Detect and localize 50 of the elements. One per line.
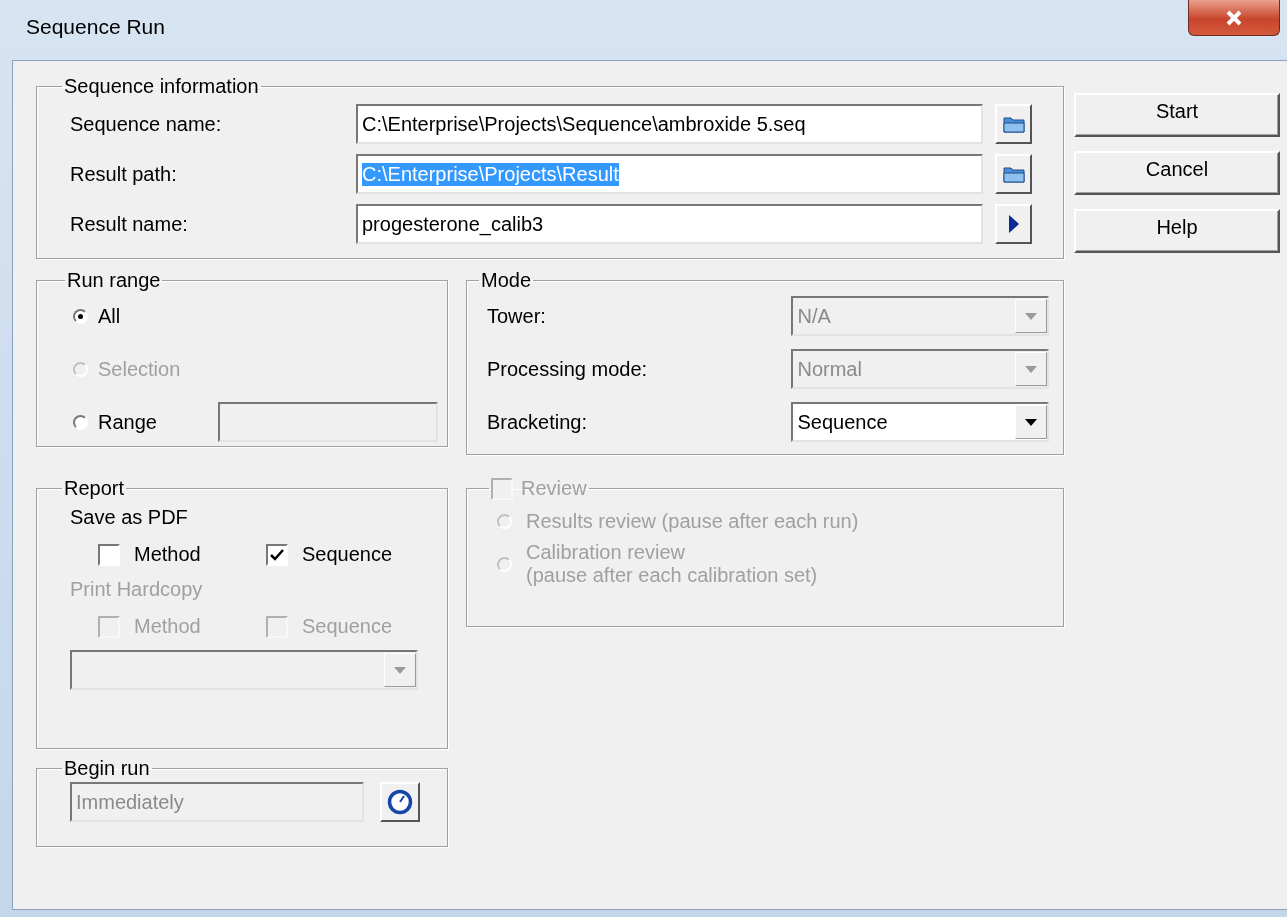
clock-icon [387, 789, 413, 815]
folder-icon [1002, 165, 1025, 183]
dialog-button[interactable]: Start [1074, 93, 1280, 137]
close-icon [1225, 9, 1243, 26]
dropdown-arrow-icon [1025, 365, 1037, 373]
option-label: Results review (pause after each run) [526, 510, 859, 533]
dropdown-arrow-icon [1025, 312, 1037, 320]
check-icon [270, 548, 284, 561]
option-label: Selection [98, 357, 181, 381]
close-button[interactable] [1188, 0, 1280, 36]
section-label: Save as PDF [70, 506, 188, 528]
dropdown-arrow-icon [394, 666, 406, 674]
browse-button[interactable] [995, 104, 1032, 144]
window-title: Sequence Run [26, 15, 165, 40]
checkbox-label: Sequence [302, 543, 393, 566]
option-label: All [98, 304, 121, 328]
checkbox[interactable] [266, 543, 288, 566]
schedule-button[interactable] [380, 782, 420, 822]
dialog-button[interactable]: Cancel [1074, 151, 1280, 195]
text-field[interactable]: C:\Enterprise\Projects\Sequence\ambroxide 5.seq [356, 104, 983, 144]
arrow-icon [1008, 215, 1019, 233]
field-label: Result path: [70, 162, 178, 186]
option-label: (pause after each calibration set) [526, 564, 818, 587]
field-label: Tower: [487, 304, 547, 328]
checkbox-label: Method [134, 543, 201, 566]
radio-button[interactable] [73, 308, 88, 324]
group-title: Mode [480, 269, 533, 292]
field-label: Result name: [70, 212, 189, 236]
group-title: Report [63, 477, 126, 500]
radio-button[interactable] [73, 414, 88, 430]
checkbox-label: Method [134, 615, 201, 638]
folder-icon [1002, 115, 1025, 133]
field-label: Processing mode: [487, 357, 649, 381]
dropdown-arrow-icon [1025, 418, 1037, 426]
text-field[interactable]: progesterone_calib3 [356, 204, 983, 244]
group-title: Begin run [63, 757, 151, 780]
checkbox-label: Sequence [302, 615, 393, 638]
option-label: Calibration review [526, 541, 686, 564]
group-title: Review [521, 477, 587, 500]
next-button[interactable] [995, 204, 1032, 244]
field-label: Bracketing: [487, 410, 589, 434]
dropdown[interactable]: Sequence [791, 402, 1049, 442]
field-label: Sequence name: [70, 112, 223, 136]
checkbox[interactable] [98, 543, 120, 566]
option-label: Range [98, 410, 158, 434]
section-label: Print Hardcopy [70, 578, 203, 600]
dialog-button[interactable]: Help [1074, 209, 1280, 253]
browse-button[interactable] [995, 154, 1032, 194]
group-title: Run range [66, 269, 162, 292]
group-title: Sequence information [63, 75, 260, 98]
